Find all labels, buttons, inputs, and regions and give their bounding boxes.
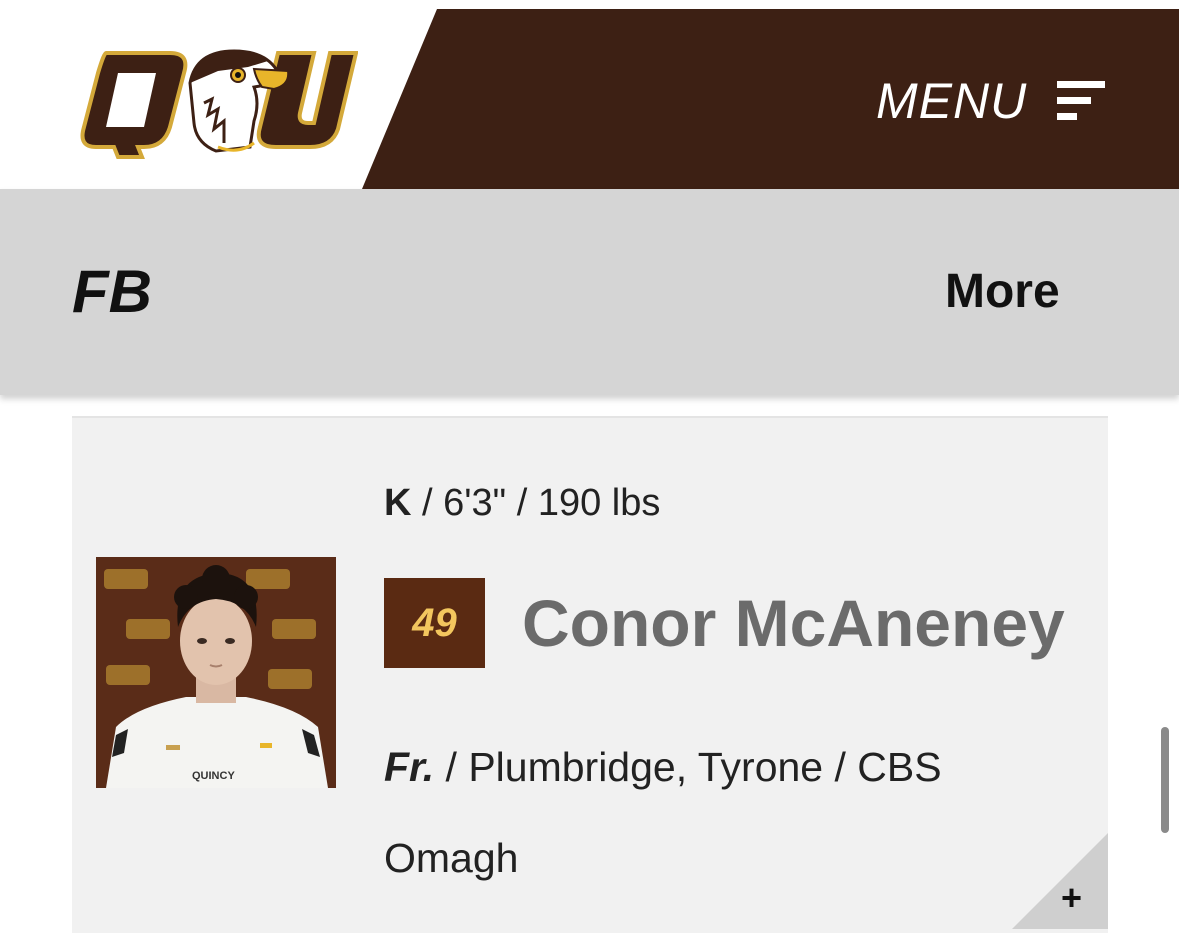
page-scrollbar[interactable] bbox=[1161, 727, 1169, 833]
player-class-year: Fr. bbox=[384, 744, 435, 790]
qu-hawk-logo[interactable] bbox=[78, 43, 358, 159]
logo-q-letter bbox=[80, 51, 188, 159]
site-header: MENU bbox=[0, 9, 1179, 189]
player-measurements: K / 6'3" / 190 lbs bbox=[384, 484, 660, 522]
plus-icon[interactable]: + bbox=[1061, 880, 1082, 916]
svg-text:QUINCY: QUINCY bbox=[192, 770, 235, 782]
player-weight: 190 lbs bbox=[537, 482, 661, 524]
player-hometown: Plumbridge, Tyrone bbox=[468, 744, 824, 790]
menu-label: MENU bbox=[876, 73, 1028, 129]
player-background: Fr. / Plumbridge, Tyrone / CBS Omagh bbox=[384, 722, 1044, 904]
status-strip bbox=[0, 0, 1179, 9]
player-name[interactable]: Conor McAneney bbox=[522, 590, 1065, 656]
menu-lines-icon bbox=[1057, 79, 1106, 123]
more-button[interactable]: More bbox=[945, 268, 1060, 316]
separator: / bbox=[506, 482, 538, 524]
separator: / bbox=[434, 744, 469, 790]
separator: / bbox=[411, 482, 444, 524]
sport-title: FB bbox=[72, 258, 152, 325]
menu-button[interactable]: MENU bbox=[876, 71, 1106, 131]
player-position: K bbox=[384, 482, 412, 524]
page: MENU FB More QUINCY K / 6'3" / 190 lbs 4… bbox=[0, 0, 1179, 933]
jersey-number-badge: 49 bbox=[384, 578, 485, 668]
player-headshot[interactable]: QUINCY bbox=[96, 557, 336, 788]
separator: / bbox=[823, 744, 858, 790]
player-height: 6'3" bbox=[443, 482, 507, 524]
